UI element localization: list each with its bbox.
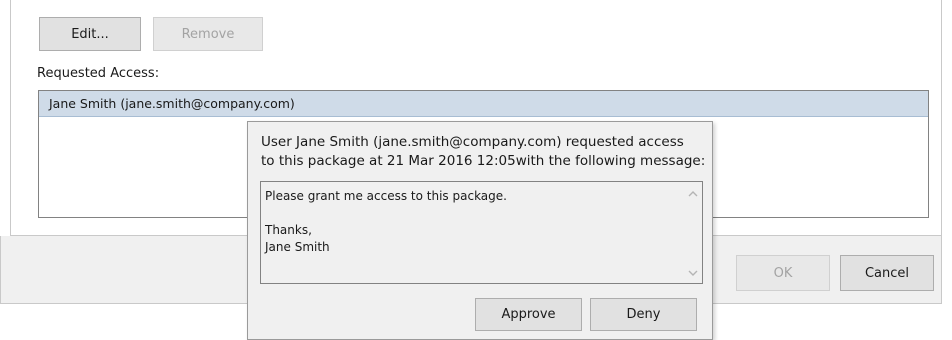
request-info-line: User Jane Smith (jane.smith@company.com)…	[261, 134, 684, 150]
message-scrollbar[interactable]	[684, 182, 702, 283]
request-message-line: Thanks,	[265, 223, 312, 237]
cancel-button[interactable]: Cancel	[840, 255, 934, 291]
remove-button[interactable]: Remove	[153, 17, 263, 51]
deny-button[interactable]: Deny	[590, 298, 697, 331]
approve-button[interactable]: Approve	[475, 298, 582, 331]
request-message-box[interactable]: Please grant me access to this package. …	[260, 181, 703, 284]
request-message-line: Please grant me access to this package.	[265, 189, 507, 203]
request-message-line	[265, 205, 675, 222]
chevron-up-icon[interactable]	[688, 188, 698, 198]
list-item[interactable]: Jane Smith (jane.smith@company.com)	[39, 91, 928, 117]
request-message-text: Please grant me access to this package. …	[265, 188, 675, 256]
edit-button[interactable]: Edit...	[39, 17, 141, 51]
request-info-line: to this package at 21 Mar 2016 12:05with…	[261, 153, 706, 169]
request-info-text: User Jane Smith (jane.smith@company.com)…	[261, 133, 706, 171]
ok-button[interactable]: OK	[736, 255, 830, 291]
request-message-line: Jane Smith	[265, 240, 330, 254]
requested-access-label: Requested Access:	[37, 66, 160, 81]
chevron-down-icon[interactable]	[688, 268, 698, 278]
access-request-popup: User Jane Smith (jane.smith@company.com)…	[247, 121, 713, 340]
